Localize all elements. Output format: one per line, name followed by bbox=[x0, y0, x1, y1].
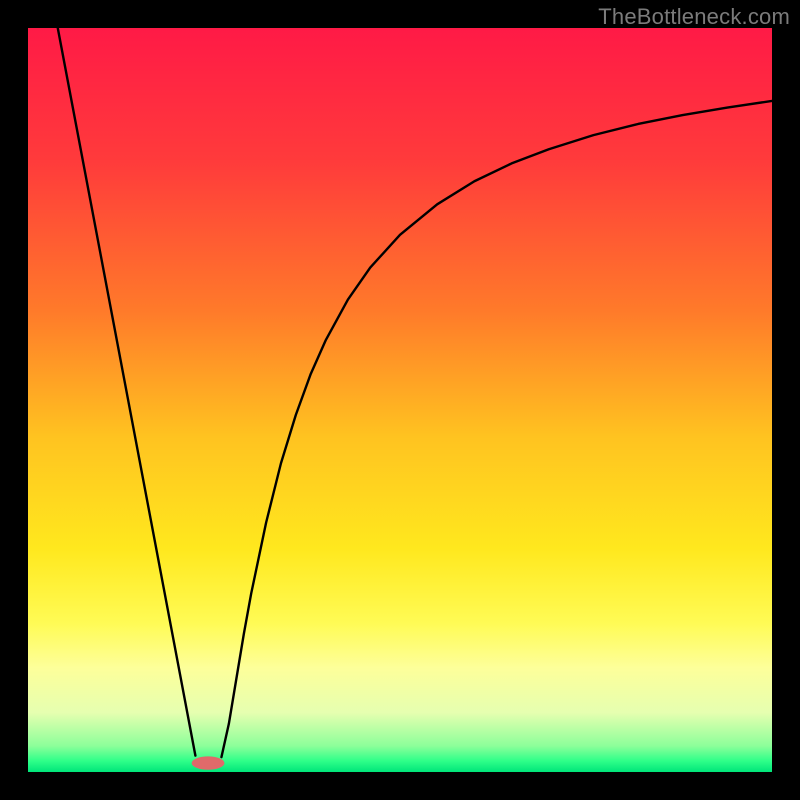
bottom-marker bbox=[192, 756, 225, 769]
chart-frame: TheBottleneck.com bbox=[0, 0, 800, 800]
chart-svg bbox=[28, 28, 772, 772]
chart-plot-area bbox=[28, 28, 772, 772]
gradient-background bbox=[28, 28, 772, 772]
watermark-text: TheBottleneck.com bbox=[598, 4, 790, 30]
marker-group bbox=[192, 756, 225, 769]
